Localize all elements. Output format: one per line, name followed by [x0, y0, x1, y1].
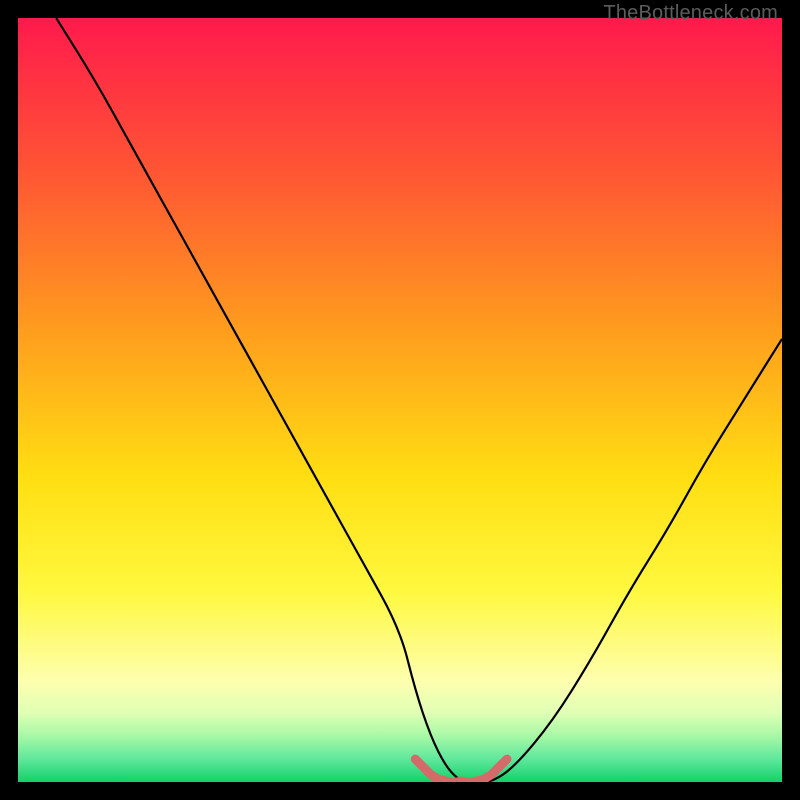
gradient-background: [18, 18, 782, 782]
chart-frame: [18, 18, 782, 782]
watermark-label: TheBottleneck.com: [603, 2, 778, 25]
chart-svg: [18, 18, 782, 782]
